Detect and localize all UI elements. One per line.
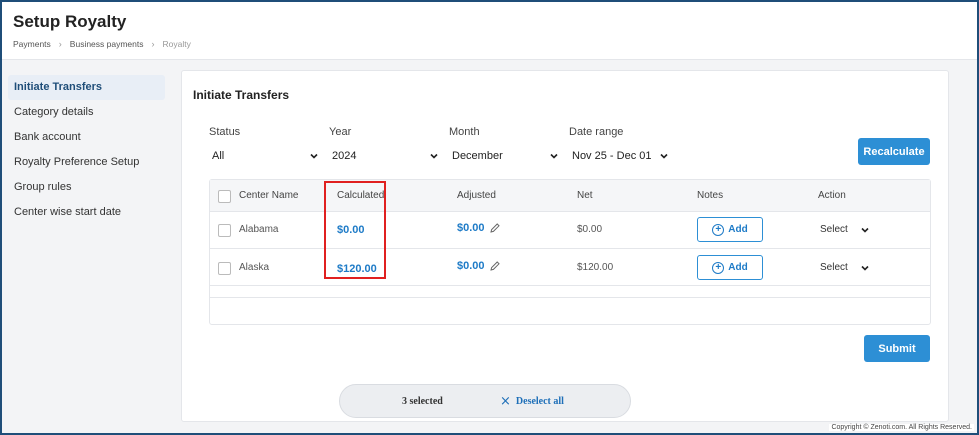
chevron-down-icon bbox=[861, 227, 869, 233]
adjusted-amount[interactable]: $0.00 bbox=[457, 260, 485, 272]
add-note-label: Add bbox=[728, 262, 748, 273]
pencil-icon[interactable] bbox=[489, 260, 501, 272]
action-value: Select bbox=[820, 224, 848, 235]
header-adjusted: Adjusted bbox=[457, 190, 496, 201]
header-net: Net bbox=[577, 190, 593, 201]
sidebar-item-center-wise-start-date[interactable]: Center wise start date bbox=[8, 200, 165, 225]
initiate-transfers-panel: Initiate Transfers Status All Year 2024 … bbox=[181, 70, 949, 422]
add-note-button[interactable]: + Add bbox=[697, 217, 763, 242]
plus-circle-icon: + bbox=[712, 223, 725, 236]
submit-button[interactable]: Submit bbox=[864, 335, 930, 362]
deselect-all-button[interactable]: × Deselect all bbox=[500, 394, 564, 409]
selected-count: 3 selected bbox=[402, 396, 443, 407]
sidebar-item-initiate-transfers[interactable]: Initiate Transfers bbox=[8, 75, 165, 100]
table-row: Alaska $120.00 $0.00 $120.00 + Add Selec… bbox=[210, 249, 930, 286]
transfers-table: Center Name Calculated Adjusted Net Note… bbox=[209, 179, 931, 325]
header-notes: Notes bbox=[697, 190, 724, 201]
panel-title: Initiate Transfers bbox=[193, 88, 290, 102]
year-label: Year bbox=[329, 126, 352, 138]
add-note-button[interactable]: + Add bbox=[697, 255, 763, 280]
close-icon: × bbox=[500, 394, 511, 409]
year-select[interactable]: 2024 bbox=[329, 147, 439, 165]
action-value: Select bbox=[820, 262, 848, 273]
chevron-down-icon bbox=[310, 153, 318, 159]
net-amount: $0.00 bbox=[577, 224, 603, 235]
net-amount: $120.00 bbox=[577, 262, 614, 273]
page-header: Setup Royalty Payments › Business paymen… bbox=[0, 0, 979, 60]
sidebar-item-group-rules[interactable]: Group rules bbox=[8, 175, 165, 200]
breadcrumb-payments[interactable]: Payments bbox=[13, 39, 51, 49]
table-row: Alabama $0.00 $0.00 $0.00 + Add Select bbox=[210, 212, 930, 249]
action-select[interactable]: Select bbox=[820, 224, 870, 235]
adjusted-cell: $0.00 bbox=[457, 222, 501, 234]
select-all-checkbox[interactable] bbox=[218, 190, 231, 203]
date-range-label: Date range bbox=[569, 126, 624, 138]
adjusted-cell: $0.00 bbox=[457, 260, 501, 272]
copyright-text: Copyright © Zenoti.com. All Rights Reser… bbox=[829, 424, 974, 431]
chevron-down-icon bbox=[660, 153, 668, 159]
deselect-all-label: Deselect all bbox=[515, 396, 564, 407]
recalculate-button[interactable]: Recalculate bbox=[858, 138, 930, 165]
center-name: Alaska bbox=[239, 262, 270, 273]
row-checkbox[interactable] bbox=[218, 224, 231, 237]
status-value: All bbox=[212, 150, 225, 162]
sidebar-item-category-details[interactable]: Category details bbox=[8, 100, 165, 125]
selection-bar: 3 selected × Deselect all bbox=[339, 384, 631, 418]
date-range-select[interactable]: Nov 25 - Dec 01 bbox=[569, 147, 669, 165]
breadcrumb: Payments › Business payments › Royalty bbox=[13, 39, 191, 49]
calculated-column-highlight bbox=[324, 181, 386, 279]
chevron-down-icon bbox=[861, 265, 869, 271]
chevron-down-icon bbox=[550, 153, 558, 159]
add-note-label: Add bbox=[728, 224, 748, 235]
chevron-down-icon bbox=[430, 153, 438, 159]
adjusted-amount[interactable]: $0.00 bbox=[457, 222, 485, 234]
status-label: Status bbox=[209, 126, 241, 138]
header-action: Action bbox=[818, 190, 846, 201]
date-range-value: Nov 25 - Dec 01 bbox=[572, 150, 652, 162]
month-label: Month bbox=[449, 126, 480, 138]
row-checkbox[interactable] bbox=[218, 262, 231, 275]
header-center-name: Center Name bbox=[239, 190, 299, 201]
chevron-right-icon: › bbox=[151, 39, 155, 49]
sidebar-item-royalty-preference-setup[interactable]: Royalty Preference Setup bbox=[8, 150, 165, 175]
sidebar: Initiate Transfers Category details Bank… bbox=[8, 75, 165, 225]
page-title: Setup Royalty bbox=[13, 12, 127, 31]
center-name: Alabama bbox=[239, 224, 279, 235]
breadcrumb-business-payments[interactable]: Business payments bbox=[70, 39, 144, 49]
status-select[interactable]: All bbox=[209, 147, 319, 165]
table-empty-row bbox=[210, 286, 930, 298]
month-select[interactable]: December bbox=[449, 147, 559, 165]
plus-circle-icon: + bbox=[712, 261, 725, 274]
action-select[interactable]: Select bbox=[820, 262, 870, 273]
chevron-right-icon: › bbox=[58, 39, 62, 49]
sidebar-item-bank-account[interactable]: Bank account bbox=[8, 125, 165, 150]
month-value: December bbox=[452, 150, 503, 162]
table-header: Center Name Calculated Adjusted Net Note… bbox=[210, 180, 930, 212]
pencil-icon[interactable] bbox=[489, 222, 501, 234]
breadcrumb-royalty: Royalty bbox=[162, 39, 191, 49]
year-value: 2024 bbox=[332, 150, 357, 162]
